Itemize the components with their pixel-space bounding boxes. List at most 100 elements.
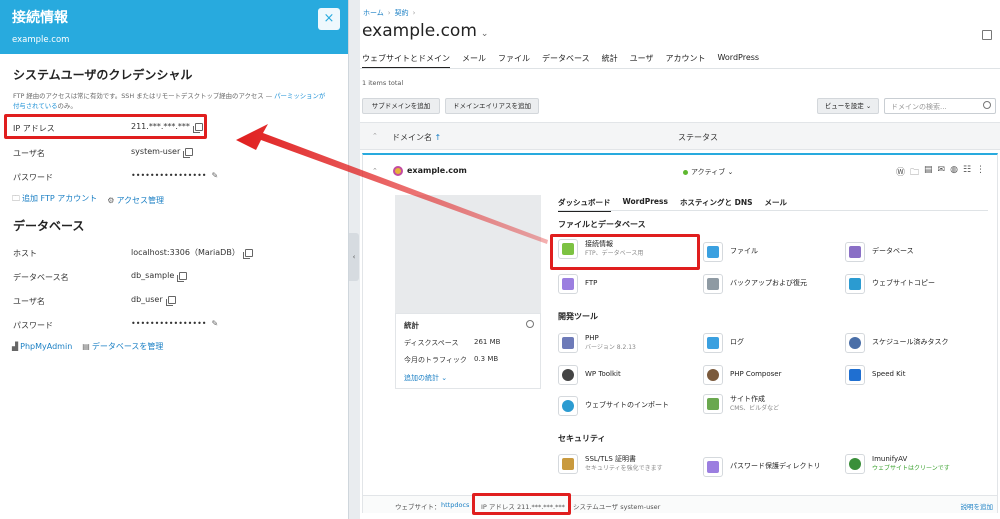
php-icon xyxy=(558,333,578,353)
table-header: ⌃ ドメイン名 ↑ ステータス xyxy=(360,122,1000,150)
dbname-value: db_sample xyxy=(131,271,175,280)
tool-label: PHP Composer xyxy=(730,370,782,378)
rocket-icon xyxy=(845,365,865,385)
domain-name[interactable]: example.com xyxy=(407,166,467,175)
edit-pencil-icon[interactable]: ✎ xyxy=(212,319,219,328)
add-alias-button[interactable]: ドメインエイリアスを追加 xyxy=(445,98,539,114)
wordpress-icon[interactable]: Ⓦ xyxy=(896,165,905,181)
tool-speed-kit[interactable]: Speed Kit xyxy=(845,365,990,385)
chevron-up-icon[interactable]: ⌃ xyxy=(372,167,378,175)
tab-files[interactable]: ファイル xyxy=(498,53,530,69)
connection-info-panel: 接続情報 example.com × システムユーザのクレデンシャル FTP 経… xyxy=(0,0,349,519)
dbpass-row: •••••••••••••••• ✎ xyxy=(131,319,218,328)
tool-imunifyav[interactable]: ImunifyAV ウェブサイトはクリーンです xyxy=(845,454,990,474)
dbpass-label: パスワード xyxy=(13,321,53,330)
tab-databases[interactable]: データベース xyxy=(542,53,590,69)
dbuser-label: ユーザ名 xyxy=(13,297,45,306)
tool-site-builder[interactable]: サイト作成 CMS、ビルダなど xyxy=(703,394,848,414)
import-icon xyxy=(558,396,578,416)
tab-mail[interactable]: メール xyxy=(462,53,486,69)
database-icon[interactable]: ▤ xyxy=(924,165,933,181)
col-status-header[interactable]: ステータス xyxy=(678,132,718,143)
copy-icon[interactable] xyxy=(165,295,176,306)
tool-label: ウェブサイトコピー xyxy=(872,279,935,287)
domain-status[interactable]: アクティブ ⌄ xyxy=(683,167,733,177)
copy-icon[interactable] xyxy=(177,271,188,282)
add-description-link[interactable]: 説明を追加 xyxy=(961,501,994,511)
close-icon[interactable]: × xyxy=(318,8,340,30)
settings-sliders-icon[interactable]: ☷ xyxy=(963,165,971,181)
highlight-box xyxy=(472,493,571,515)
search-icon[interactable] xyxy=(983,101,991,109)
password-value: •••••••••••••••• xyxy=(131,171,207,180)
disk-label: ディスクスペース xyxy=(404,339,459,347)
collapse-all-icon[interactable]: ⌃ xyxy=(372,132,378,140)
tool-php-composer[interactable]: PHP Composer xyxy=(703,365,848,385)
httpdocs-link[interactable]: httpdocs xyxy=(441,501,469,509)
disk-row: ディスクスペース 261 MB xyxy=(404,338,532,348)
tool-databases[interactable]: データベース xyxy=(845,242,990,262)
tool-label: データベース xyxy=(872,247,914,255)
backup-icon xyxy=(703,274,723,294)
password-label: パスワード xyxy=(13,173,53,182)
tool-ftp[interactable]: FTP xyxy=(558,274,703,294)
dbname-label: データベース名 xyxy=(13,273,69,282)
tool-wp-toolkit[interactable]: WP Toolkit xyxy=(558,365,703,385)
gear-icon: ⚙ xyxy=(107,195,115,205)
tab-users[interactable]: ユーザ xyxy=(630,53,654,69)
breadcrumb-home[interactable]: ホーム xyxy=(363,9,384,17)
tab-websites-domains[interactable]: ウェブサイトとドメイン xyxy=(362,53,450,69)
tab-account[interactable]: アカウント xyxy=(665,53,705,69)
builder-icon xyxy=(703,394,723,414)
add-ftp-link[interactable]: 🗀 追加 FTP アカウント xyxy=(12,193,97,207)
copy-icon[interactable] xyxy=(242,248,253,259)
add-subdomain-button[interactable]: サブドメインを追加 xyxy=(362,98,440,114)
page-title[interactable]: example.com ⌄ xyxy=(362,21,488,41)
section-files-db: ファイルとデータベース xyxy=(558,220,646,229)
tool-logs[interactable]: ログ xyxy=(703,333,848,353)
access-mgmt-link[interactable]: ⚙ アクセス管理 xyxy=(107,195,164,206)
copy-icon[interactable] xyxy=(183,147,194,158)
breadcrumb-subscription[interactable]: 契約 xyxy=(395,9,409,17)
tool-password-dir[interactable]: パスワード保護ディレクトリ xyxy=(703,457,848,477)
db-manage-link[interactable]: ▤ データベースを管理 xyxy=(82,341,163,352)
search-icon[interactable] xyxy=(526,320,534,328)
site-preview[interactable] xyxy=(395,195,541,313)
view-settings-button[interactable]: ビューを設定 ⌄ xyxy=(817,98,879,114)
host-row: localhost:3306（MariaDB） xyxy=(131,247,253,259)
tool-php[interactable]: PHP バージョン 8.2.13 xyxy=(558,333,703,353)
host-value: localhost:3306（MariaDB） xyxy=(131,248,240,257)
globe-icon[interactable]: ◍ xyxy=(950,165,958,181)
chevron-down-icon: ⌄ xyxy=(865,102,872,110)
traffic-value: 0.3 MB xyxy=(474,355,499,363)
more-stats-link[interactable]: 追加の統計 ⌄ xyxy=(404,373,532,383)
phpmyadmin-link[interactable]: ▟ PhpMyAdmin xyxy=(12,342,72,351)
tool-site-import[interactable]: ウェブサイトのインポート xyxy=(558,396,703,416)
tool-site-copy[interactable]: ウェブサイトコピー xyxy=(845,274,990,294)
main-content: ホーム › 契約 › example.com ⌄ ウェブサイトとドメイン メール ファイ… xyxy=(360,0,1000,519)
disk-value: 261 MB xyxy=(474,338,501,346)
tool-backup[interactable]: バックアップおよび復元 xyxy=(703,274,848,294)
folder-icon[interactable]: 🗀 xyxy=(910,165,919,181)
edit-pencil-icon[interactable]: ✎ xyxy=(212,171,219,180)
domain-search-input[interactable]: ドメインの検索... xyxy=(884,98,996,114)
sidebar-toggle-icon[interactable] xyxy=(982,30,992,40)
tool-scheduled-tasks[interactable]: スケジュール済みタスク xyxy=(845,333,990,353)
mail-icon[interactable]: ✉ xyxy=(938,165,946,181)
tool-files[interactable]: ファイル xyxy=(703,242,848,262)
tool-label: ウェブサイトのインポート xyxy=(585,401,669,409)
db-links: ▟ PhpMyAdmin ▤ データベースを管理 xyxy=(12,341,163,352)
database-icon xyxy=(845,242,865,262)
tab-wordpress[interactable]: WordPress xyxy=(717,53,759,69)
log-icon xyxy=(703,333,723,353)
col-domain-header[interactable]: ドメイン名 ↑ xyxy=(392,132,441,143)
more-icon[interactable]: ⋮ xyxy=(976,165,985,181)
traffic-row: 今月のトラフィック 0.3 MB xyxy=(404,355,532,365)
dbuser-value: db_user xyxy=(131,295,163,304)
tool-ssl[interactable]: SSL/TLS 証明書 セキュリティを強化できます xyxy=(558,454,703,474)
clock-icon xyxy=(845,333,865,353)
tool-label: サイト作成 xyxy=(730,395,765,403)
tab-statistics[interactable]: 統計 xyxy=(602,53,618,69)
items-total: 1 items total xyxy=(362,79,404,87)
panel-collapse-handle[interactable]: ‹ xyxy=(349,233,359,281)
